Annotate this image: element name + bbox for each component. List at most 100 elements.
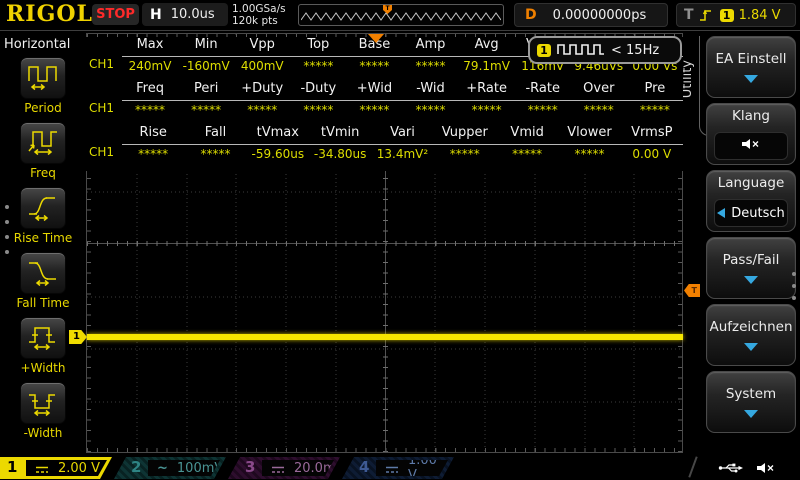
trigger-level-marker[interactable]: T (684, 284, 700, 297)
measurement-header: Pre (626, 81, 683, 101)
menu-button-pass-fail[interactable]: Pass/Fail (706, 237, 796, 299)
chevron-left-icon (717, 208, 726, 218)
measurement-value: -34.80us (313, 147, 367, 161)
channel-status-bar: 1 2.00 V 2 ~ 100mV 3 20.0mV 4 1.00 V (0, 455, 800, 480)
measurement-header: Vupper (433, 125, 496, 145)
menu-scroll-dot (5, 250, 9, 254)
channel-number: 2 (131, 458, 142, 476)
popup-channel-badge: 1 (537, 43, 551, 57)
measurement-channel-spacer (86, 37, 122, 57)
measure-item-minus-width[interactable]: -Width (0, 382, 86, 440)
channel-3-indicator[interactable]: 3 20.0mV (228, 457, 340, 479)
measurement-header: Vlower (558, 125, 621, 145)
sample-rate: 1.00GSa/s (232, 3, 286, 15)
measurement-header: Over (570, 81, 627, 101)
measure-item-plus-width[interactable]: +Width (0, 317, 86, 375)
menu-button-klang[interactable]: Klang (706, 103, 796, 165)
measurement-value: ***** (191, 103, 222, 117)
menu-scroll-dot (5, 235, 9, 239)
usb-icon (718, 459, 744, 478)
measurement-value: 0.00 V (632, 147, 672, 161)
channel-2-indicator[interactable]: 2 ~ 100mV (114, 457, 226, 479)
menu-button-system[interactable]: System (706, 371, 796, 433)
speaker-muted-icon (756, 459, 776, 478)
measurement-header: Top (290, 37, 347, 57)
measurement-header: Min (178, 37, 235, 57)
channel-number: 3 (245, 458, 256, 476)
menu-button-language[interactable]: Language Deutsch (706, 170, 796, 232)
button-label: System (725, 386, 777, 402)
rigol-logo: RIGOL (6, 1, 93, 27)
measurement-value: ***** (415, 103, 446, 117)
trigger-level-value: 1.84 V (738, 7, 781, 23)
language-select[interactable]: Deutsch (714, 199, 788, 227)
measurement-value: ***** (471, 103, 502, 117)
measurement-header: Peri (178, 81, 235, 101)
channel-1-indicator[interactable]: 1 2.00 V (0, 457, 112, 479)
run-stop-indicator[interactable]: STOP (92, 4, 139, 25)
speaker-muted-icon (741, 138, 761, 154)
trigger-source-badge: 1 (719, 8, 734, 22)
measurement-value: 240mV (128, 59, 172, 73)
measurement-value: ***** (527, 103, 558, 117)
measurement-group: Freq Peri +Duty -Duty +Wid -Wid +Rate -Rate Over… (86, 81, 683, 117)
ch1-waveform-trace[interactable] (87, 334, 683, 340)
language-value: Deutsch (731, 205, 785, 221)
dc-coupling-icon (35, 459, 49, 478)
measurement-header: +Rate (458, 81, 515, 101)
measurement-value-row: CH1 ***** ***** ***** ***** ***** ***** ***** **… (86, 101, 683, 117)
measurement-value: ***** (359, 103, 390, 117)
horizontal-label: H (150, 6, 162, 23)
measurement-channel-spacer (86, 125, 122, 145)
menu-scroll-dot (5, 220, 9, 224)
measurement-value: 13.4mV² (376, 147, 429, 161)
measurement-value: ***** (449, 147, 480, 161)
measure-item-fall-time[interactable]: Fall Time (0, 252, 86, 310)
measurement-header: +Wid (346, 81, 403, 101)
measurement-value: -59.60us (251, 147, 305, 161)
delay-label: D (525, 7, 537, 23)
measurement-value: ***** (583, 103, 614, 117)
measurement-value: 400mV (240, 59, 284, 73)
channel-4-indicator[interactable]: 4 1.00 V (342, 457, 454, 479)
menu-button-aufzeichnen[interactable]: Aufzeichnen (706, 304, 796, 366)
horizontal-timebase-box[interactable]: H 10.0us (142, 3, 228, 26)
edge-ticks-bottom (87, 448, 682, 452)
button-label: Klang (731, 108, 770, 124)
measurement-value: ***** (138, 147, 169, 161)
timebase-value: 10.0us (170, 7, 215, 22)
measure-item-freq[interactable]: Freq (0, 122, 86, 180)
measurement-value: ***** (639, 103, 670, 117)
measurement-header: +Duty (234, 81, 291, 101)
button-label: Pass/Fail (722, 252, 780, 268)
chevron-down-icon (744, 276, 758, 284)
button-label: EA Einstell (715, 51, 787, 67)
measurement-header: Max (122, 37, 179, 57)
channel-scale: 100mV (176, 460, 224, 476)
waveform-preview[interactable]: T (298, 4, 504, 26)
memory-depth: 120k pts (232, 15, 278, 27)
left-measure-menu: Horizontal Period Freq Rise Time Fall Ti… (0, 31, 86, 455)
dc-coupling-icon (271, 459, 285, 478)
popup-frequency-text: < 15Hz (611, 42, 660, 58)
measurement-value: ***** (574, 147, 605, 161)
trigger-position-marker[interactable] (368, 34, 384, 43)
measurement-value: ***** (512, 147, 543, 161)
period-icon (26, 61, 60, 95)
measure-item-rise-time[interactable]: Rise Time (0, 187, 86, 245)
dc-coupling-icon (385, 459, 399, 478)
measurement-value: ***** (303, 59, 334, 73)
trigger-box[interactable]: T 1 1.84 V (676, 3, 796, 27)
right-soft-menu: EA Einstell Klang Language Deutsch Pass/… (706, 36, 796, 433)
delay-box[interactable]: D 0.00000000ps (514, 3, 668, 27)
measurement-value: ***** (247, 103, 278, 117)
measurement-header: Vpp (234, 37, 291, 57)
measurement-channel-label: CH1 (89, 145, 115, 159)
menu-button-ea-einstell[interactable]: EA Einstell (706, 36, 796, 98)
channel-number: 4 (359, 458, 370, 476)
acquisition-info: 1.00GSa/s 120k pts (232, 3, 286, 27)
measurement-header: Rise (122, 125, 185, 145)
menu-scroll-dot (792, 284, 796, 288)
measure-item-period[interactable]: Period (0, 57, 86, 115)
klang-sound-toggle[interactable] (714, 132, 788, 160)
